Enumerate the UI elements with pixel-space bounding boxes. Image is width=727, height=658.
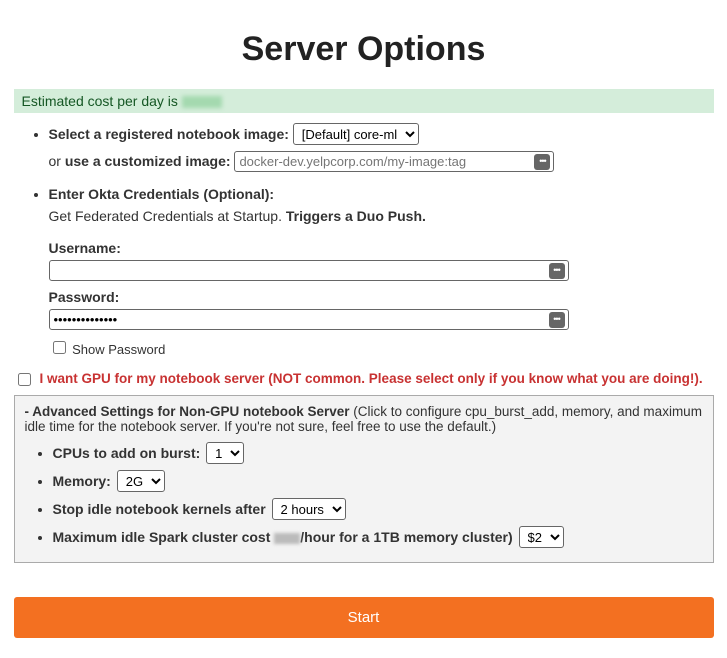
spark-cost-select[interactable]: $2	[519, 526, 564, 548]
username-input[interactable]	[49, 260, 569, 281]
cost-estimate-value-redacted	[182, 96, 222, 108]
advanced-header-lead: - Advanced Settings for Non-GPU notebook…	[25, 404, 350, 419]
cost-estimate-label: Estimated cost per day is	[22, 93, 182, 109]
advanced-header[interactable]: - Advanced Settings for Non-GPU notebook…	[25, 404, 703, 434]
image-selection-item: Select a registered notebook image: [Def…	[49, 123, 714, 172]
cpu-burst-select[interactable]: 1	[206, 442, 244, 464]
page-title: Server Options	[14, 30, 714, 69]
password-label: Password:	[49, 289, 714, 305]
okta-header: Enter Okta Credentials (Optional):	[49, 186, 275, 202]
or-text: or	[49, 153, 65, 169]
show-password-label[interactable]: Show Password	[72, 342, 165, 357]
ellipsis-icon[interactable]: •••	[549, 312, 565, 328]
custom-image-input[interactable]	[234, 151, 554, 172]
spark-label-post: /hour for a 1TB memory cluster)	[300, 529, 512, 545]
idle-kernel-item: Stop idle notebook kernels after 2 hours	[53, 498, 703, 520]
password-input[interactable]	[49, 309, 569, 330]
memory-select[interactable]: 2G	[117, 470, 165, 492]
gpu-label: I want GPU for my notebook server (NOT c…	[40, 371, 703, 386]
spark-cost-item: Maximum idle Spark cluster cost /hour fo…	[53, 526, 703, 548]
spark-redacted-value	[274, 533, 300, 544]
start-button[interactable]: Start	[14, 597, 714, 638]
select-image-label: Select a registered notebook image:	[49, 126, 289, 142]
ellipsis-icon[interactable]: •••	[534, 154, 550, 170]
memory-item: Memory: 2G	[53, 470, 703, 492]
advanced-settings-box: - Advanced Settings for Non-GPU notebook…	[14, 395, 714, 563]
image-select[interactable]: [Default] core-ml	[293, 123, 419, 145]
memory-label: Memory:	[53, 473, 111, 489]
idle-kernel-select[interactable]: 2 hours	[272, 498, 346, 520]
gpu-checkbox[interactable]	[18, 373, 31, 386]
cost-estimate-bar: Estimated cost per day is	[14, 89, 714, 113]
idle-kernel-label: Stop idle notebook kernels after	[53, 501, 266, 517]
custom-image-label: use a customized image:	[65, 153, 231, 169]
username-label: Username:	[49, 240, 714, 256]
spark-label-pre: Maximum idle Spark cluster cost	[53, 529, 275, 545]
show-password-checkbox[interactable]	[53, 341, 66, 354]
cpu-burst-label: CPUs to add on burst:	[53, 445, 201, 461]
okta-desc-bold: Triggers a Duo Push.	[286, 208, 426, 224]
ellipsis-icon[interactable]: •••	[549, 263, 565, 279]
okta-section: Enter Okta Credentials (Optional): Get F…	[49, 186, 714, 357]
cpu-burst-item: CPUs to add on burst: 1	[53, 442, 703, 464]
okta-desc-pre: Get Federated Credentials at Startup.	[49, 208, 286, 224]
